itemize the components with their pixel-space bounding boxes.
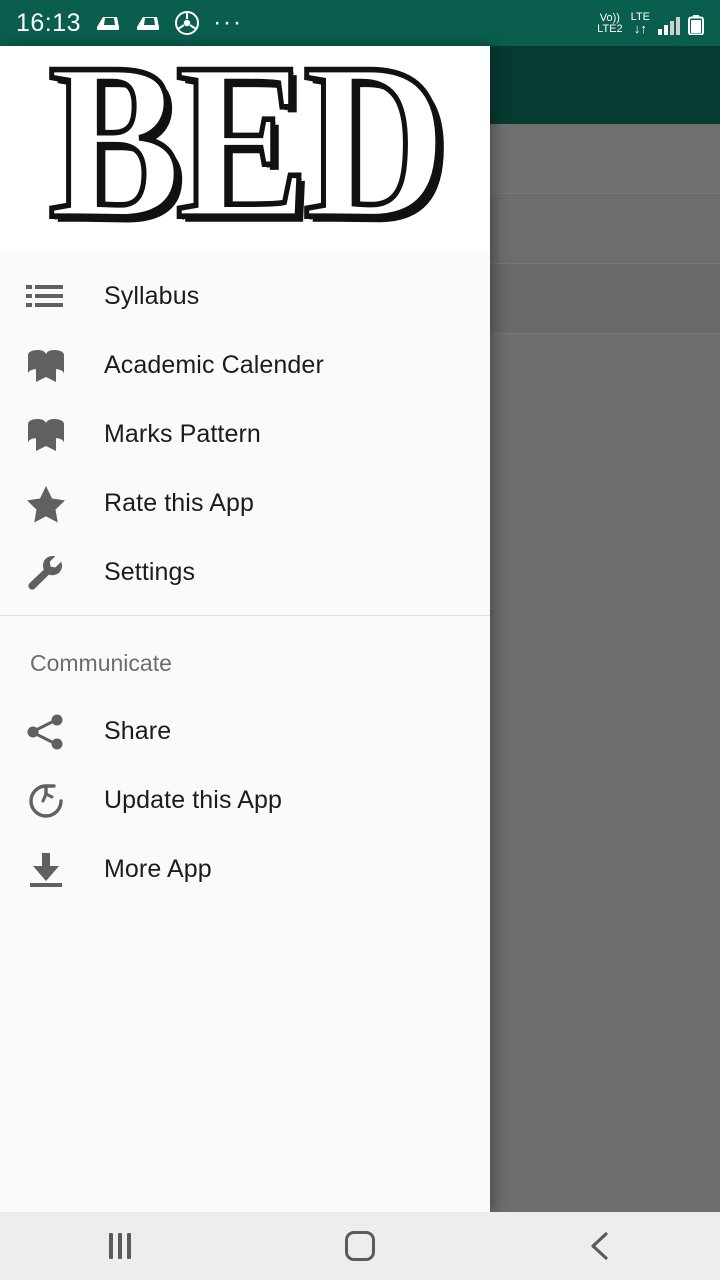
star-icon bbox=[26, 485, 82, 523]
list-icon bbox=[26, 282, 82, 312]
drawer-item-more-app[interactable]: More App bbox=[0, 835, 490, 904]
drawer-item-marks-pattern[interactable]: Marks Pattern bbox=[0, 400, 490, 469]
wrench-icon bbox=[26, 554, 82, 592]
book-icon bbox=[26, 418, 82, 452]
data-saver-icon bbox=[175, 11, 200, 35]
drawer-item-label: Academic Calender bbox=[104, 351, 324, 379]
battery-saver-icon bbox=[95, 12, 121, 34]
drawer-main-menu: Syllabus Academic Calender Marks Pattern… bbox=[0, 252, 490, 904]
drawer-item-label: Rate this App bbox=[104, 489, 255, 517]
back-button[interactable] bbox=[530, 1212, 670, 1280]
drawer-item-label: Settings bbox=[104, 558, 196, 586]
data-transfer-icon: ↓↑ bbox=[633, 20, 647, 36]
recents-button[interactable] bbox=[50, 1212, 190, 1280]
drawer-item-label: Marks Pattern bbox=[104, 420, 261, 448]
drawer-item-label: More App bbox=[104, 855, 212, 883]
app-logo: BED bbox=[46, 46, 450, 252]
status-bar-clock: 16:13 bbox=[16, 8, 82, 37]
battery-icon bbox=[688, 14, 704, 35]
drawer-item-label: Update this App bbox=[104, 786, 283, 814]
drawer-item-label: Syllabus bbox=[104, 282, 200, 310]
drawer-item-academic-calender[interactable]: Academic Calender bbox=[0, 331, 490, 400]
drawer-section-title: Communicate bbox=[30, 650, 172, 676]
share-icon bbox=[26, 714, 82, 750]
system-navigation-bar bbox=[0, 1212, 720, 1280]
battery-saver-icon bbox=[135, 12, 161, 34]
drawer-item-settings[interactable]: Settings bbox=[0, 538, 490, 607]
sim-label: LTE2 bbox=[597, 22, 623, 35]
signal-bars-icon bbox=[658, 16, 680, 35]
more-notifications-icon: ··· bbox=[213, 8, 244, 36]
network-indicator: LTE ↓↑ bbox=[631, 11, 650, 36]
drawer-item-label: Share bbox=[104, 717, 172, 745]
book-icon bbox=[26, 349, 82, 383]
status-bar: 16:13 ··· Vo)) LTE2 LTE ↓↑ bbox=[0, 0, 720, 46]
download-icon bbox=[26, 852, 82, 888]
volte-label: Vo)) bbox=[599, 11, 620, 24]
drawer-header: BED bbox=[0, 46, 490, 252]
phone-screen: 16:13 ··· Vo)) LTE2 LTE ↓↑ BED Syllabus … bbox=[0, 0, 720, 1280]
navigation-drawer: BED Syllabus Academic Calender Marks Pat bbox=[0, 46, 490, 1212]
drawer-item-share[interactable]: Share bbox=[0, 697, 490, 766]
drawer-item-update-this-app[interactable]: Update this App bbox=[0, 766, 490, 835]
drawer-item-syllabus[interactable]: Syllabus bbox=[0, 262, 490, 331]
home-button[interactable] bbox=[290, 1212, 430, 1280]
drawer-item-rate-this-app[interactable]: Rate this App bbox=[0, 469, 490, 538]
volte-indicator: Vo)) LTE2 bbox=[597, 11, 623, 35]
refresh-icon bbox=[26, 782, 82, 820]
